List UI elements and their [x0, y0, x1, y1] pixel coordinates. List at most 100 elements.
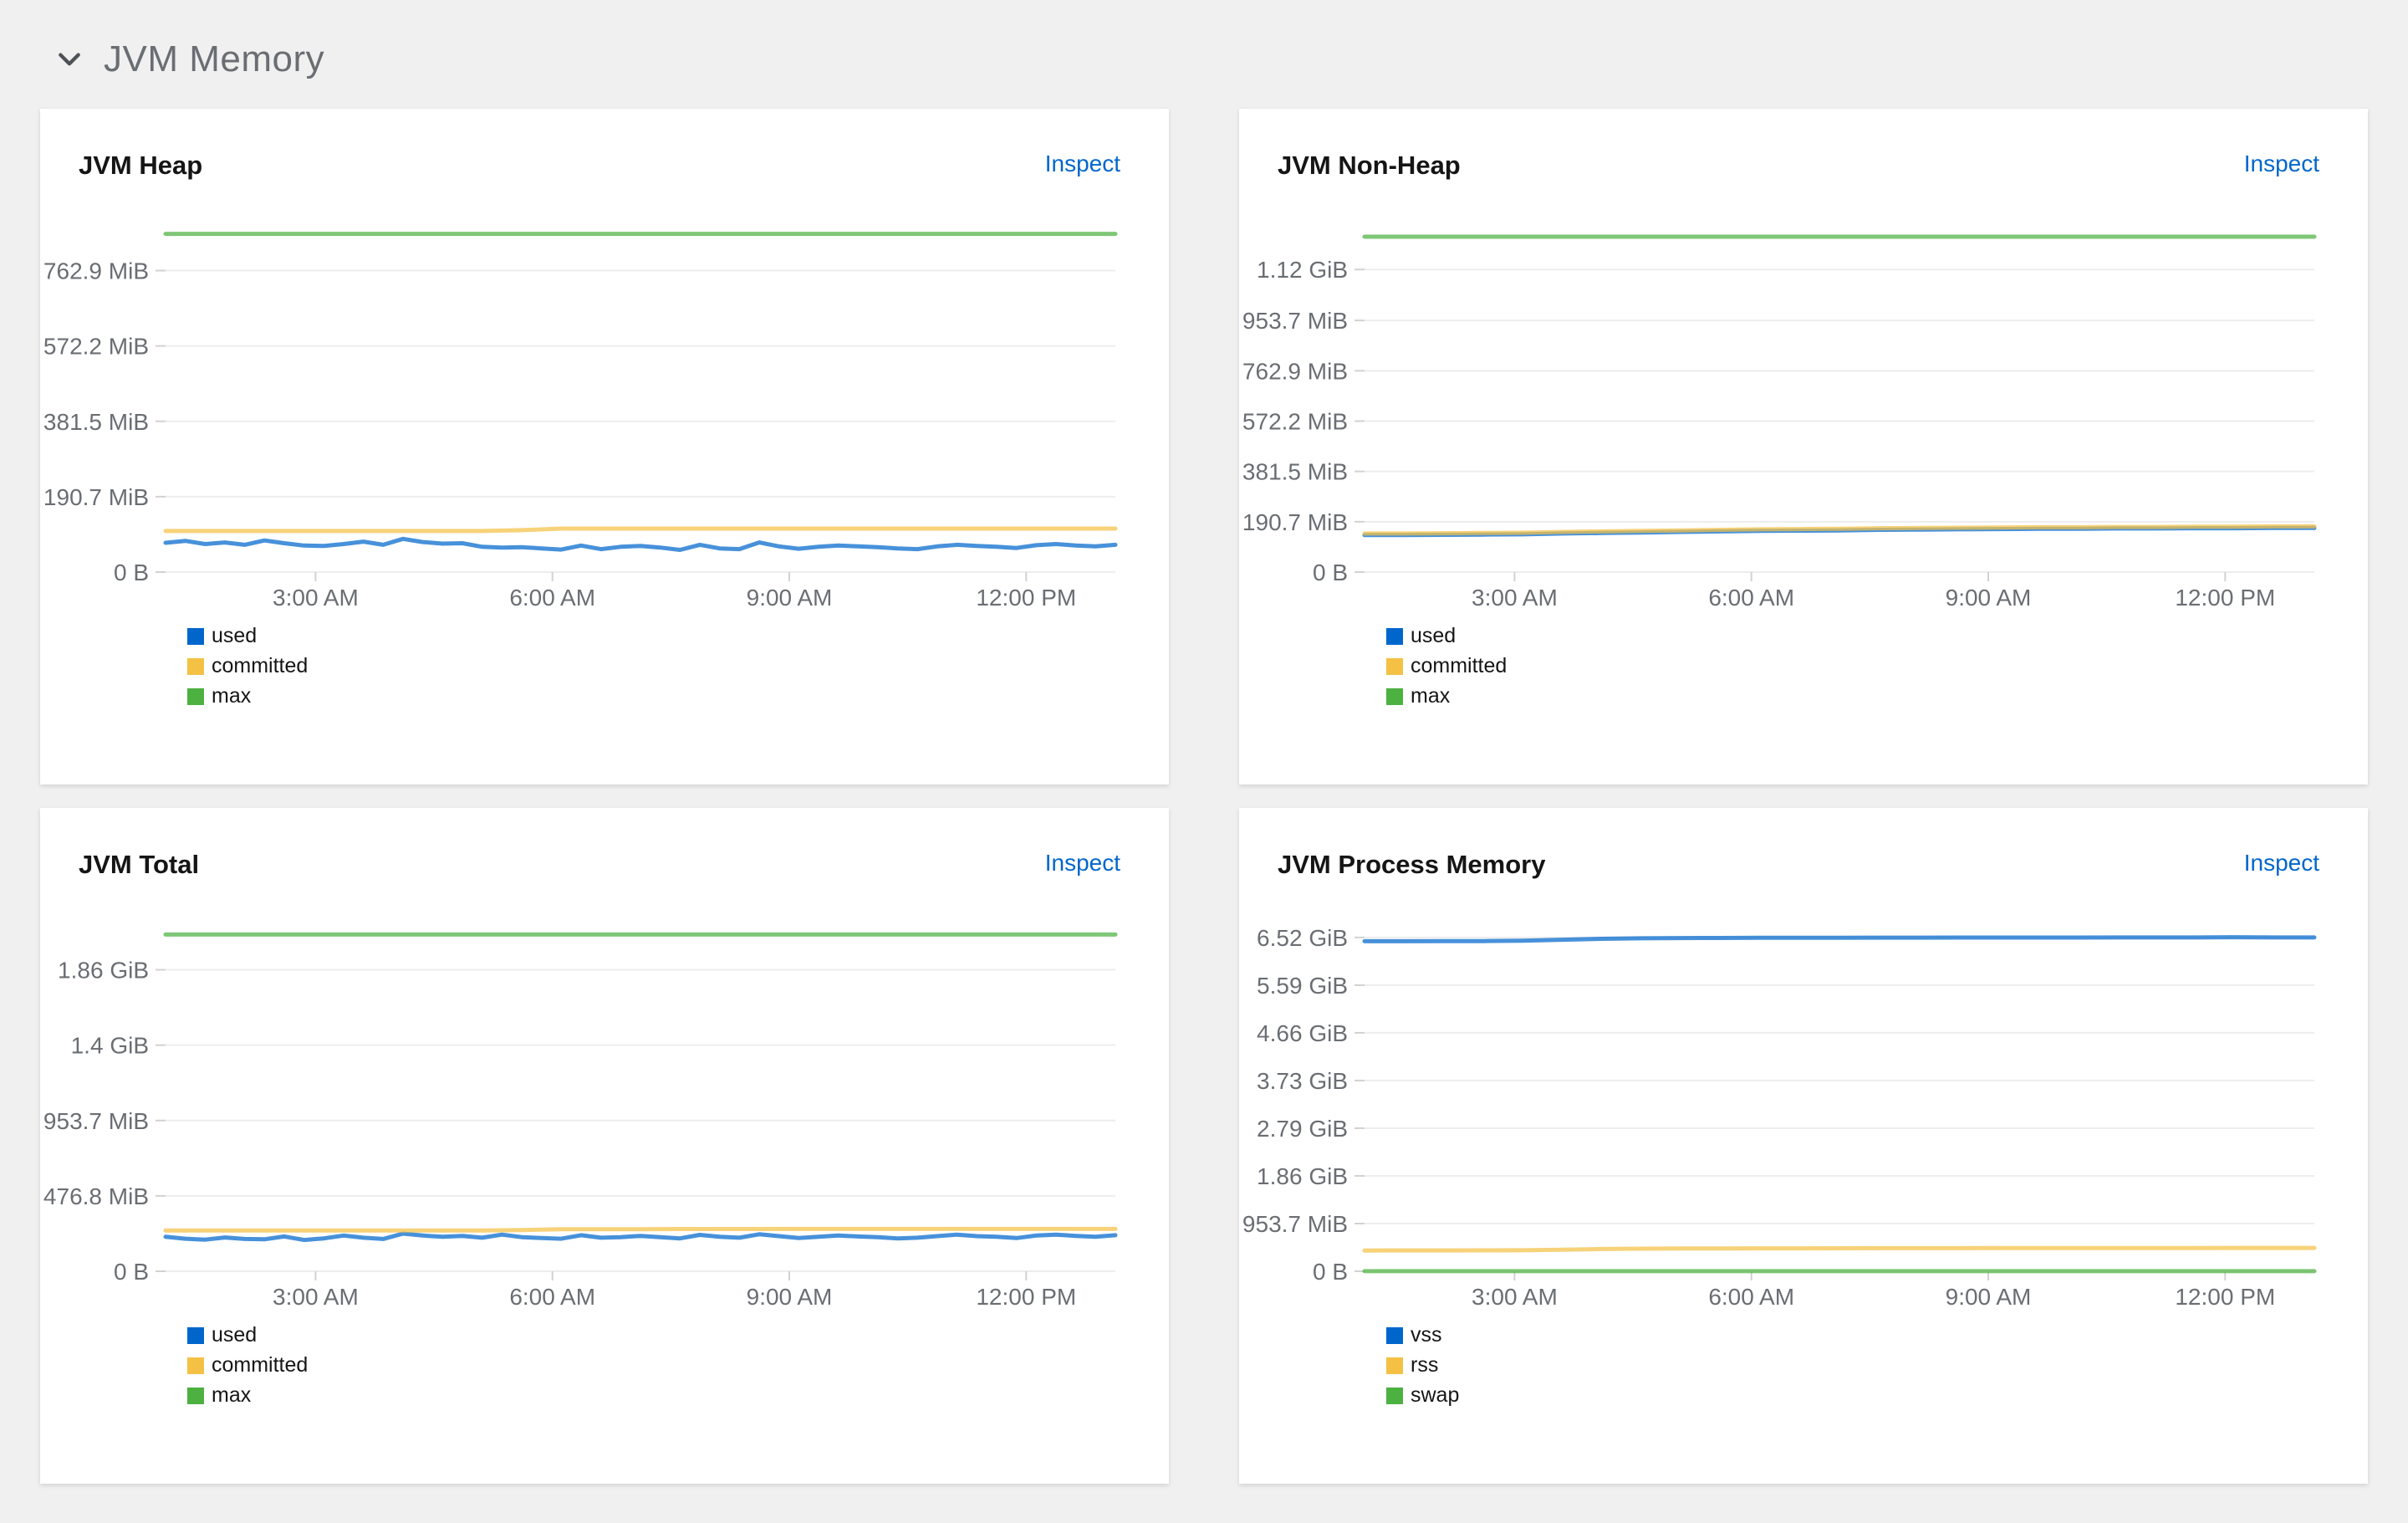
dashboard-page: JVM Memory JVM Heap Inspect 0 B 190.7 MiB 38… — [0, 0, 2408, 1484]
y-axis-label: 572.2 MiB — [1242, 408, 1348, 434]
legend-item-used: used — [1386, 624, 2368, 648]
chart-legend: used committed max — [187, 624, 1169, 708]
legend-label: vss — [1411, 1323, 1442, 1347]
legend-label: rss — [1411, 1353, 1438, 1377]
x-axis-label: 6:00 AM — [509, 585, 595, 611]
chart-canvas-jvm-total[interactable]: 0 B 476.8 MiB 953.7 MiB 1.4 GiB 1.86 GiB 3:00… — [40, 918, 1169, 1311]
x-axis-label: 12:00 PM — [2175, 585, 2275, 611]
y-axis-label: 1.12 GiB — [1257, 257, 1348, 283]
legend-label: swap — [1411, 1383, 1459, 1408]
legend-item-used: used — [187, 1323, 1169, 1347]
legend-marker-committed — [187, 1357, 204, 1374]
x-axis-label: 3:00 AM — [1472, 1284, 1558, 1310]
y-axis-label: 0 B — [114, 560, 149, 585]
chart-card-jvm-non-heap: JVM Non-HeapInspect0 B190.7 MiB381.5 MiB… — [1239, 109, 2368, 784]
legend-item-used: used — [187, 624, 1169, 648]
legend-label: committed — [1411, 654, 1507, 678]
legend-marker-max — [187, 688, 204, 705]
y-axis-label: 0 B — [1313, 560, 1348, 585]
x-axis-label: 3:00 AM — [273, 585, 359, 611]
x-axis-label: 9:00 AM — [747, 585, 833, 611]
legend-label: max — [212, 1383, 251, 1408]
legend-label: committed — [212, 1353, 308, 1377]
y-axis-label: 572.2 MiB — [43, 334, 149, 360]
chart-card-jvm-total: JVM Total Inspect 0 B 476.8 MiB 953.7 MiB 1.4… — [40, 808, 1169, 1484]
chart-legend: used committed max — [187, 1323, 1169, 1408]
y-axis-label: 4.66 GiB — [1257, 1020, 1348, 1046]
y-axis-label: 953.7 MiB — [43, 1108, 149, 1134]
y-axis-label: 1.4 GiB — [71, 1033, 149, 1059]
y-axis-label: 953.7 MiB — [1242, 308, 1348, 334]
legend-marker-max — [187, 1388, 204, 1404]
x-axis-label: 3:00 AM — [1472, 585, 1558, 611]
y-axis-label: 1.86 GiB — [58, 958, 149, 984]
chart-card-header: JVM Total Inspect — [40, 808, 1169, 880]
y-axis-label: 762.9 MiB — [1242, 358, 1348, 384]
panel-title: JVM Heap — [79, 151, 202, 181]
legend-marker-used — [187, 628, 204, 645]
y-axis-label: 0 B — [114, 1259, 149, 1285]
y-axis-label: 381.5 MiB — [1242, 459, 1348, 485]
panel-title: JVM Process Memory — [1278, 850, 1545, 880]
x-axis-label: 9:00 AM — [747, 1284, 833, 1310]
series-line-used — [166, 1234, 1115, 1240]
legend-marker-committed — [1386, 658, 1403, 675]
panel-title: JVM Total — [79, 850, 199, 880]
chart-card-jvm-heap: JVM Heap Inspect 0 B 190.7 MiB 381.5 MiB 572.… — [40, 109, 1169, 784]
series-line-committed — [166, 1229, 1115, 1230]
series-line-committed — [166, 529, 1115, 531]
x-axis-label: 3:00 AM — [273, 1284, 359, 1310]
legend-item-swap: swap — [1386, 1383, 2368, 1408]
dashboard-grid: JVM Heap Inspect 0 B 190.7 MiB 381.5 MiB 572.… — [40, 109, 2368, 1484]
legend-marker-used — [1386, 628, 1403, 645]
legend-marker-vss — [1386, 1327, 1403, 1344]
series-line-rss — [1365, 1248, 2314, 1250]
section-title: JVM Memory — [104, 38, 324, 80]
inspect-link[interactable]: Inspect — [2244, 850, 2319, 876]
panel-title: JVM Non-Heap — [1278, 151, 1461, 181]
legend-item-vss: vss — [1386, 1323, 2368, 1347]
legend-label: max — [1411, 684, 1450, 708]
x-axis-label: 12:00 PM — [976, 585, 1076, 611]
chart-canvas-jvm-non-heap[interactable]: 0 B190.7 MiB381.5 MiB572.2 MiB762.9 MiB9… — [1239, 219, 2368, 612]
chart-card-header: JVM Process Memory Inspect — [1239, 808, 2368, 880]
chart-card-header: JVM Heap Inspect — [40, 109, 1169, 181]
chart-card-header: JVM Non-Heap Inspect — [1239, 109, 2368, 181]
y-axis-label: 953.7 MiB — [1242, 1211, 1348, 1237]
y-axis-label: 190.7 MiB — [43, 484, 149, 510]
chevron-down-icon[interactable] — [55, 45, 84, 74]
legend-label: committed — [212, 654, 308, 678]
legend-label: used — [212, 624, 257, 648]
legend-marker-swap — [1386, 1388, 1403, 1404]
legend-item-committed: committed — [187, 1353, 1169, 1377]
x-axis-label: 12:00 PM — [2175, 1284, 2275, 1310]
inspect-link[interactable]: Inspect — [1045, 850, 1120, 876]
legend-marker-rss — [1386, 1357, 1403, 1374]
x-axis-label: 9:00 AM — [1946, 585, 2032, 611]
inspect-link[interactable]: Inspect — [2244, 151, 2319, 177]
section-header-jvm-memory[interactable]: JVM Memory — [55, 38, 2368, 80]
legend-marker-used — [187, 1327, 204, 1344]
legend-item-max: max — [1386, 684, 2368, 708]
legend-marker-max — [1386, 688, 1403, 705]
y-axis-label: 0 B — [1313, 1259, 1348, 1285]
x-axis-label: 9:00 AM — [1946, 1284, 2032, 1310]
inspect-link[interactable]: Inspect — [1045, 151, 1120, 177]
y-axis-label: 762.9 MiB — [43, 258, 149, 284]
chart-canvas-jvm-process-memory[interactable]: 0 B953.7 MiB1.86 GiB2.79 GiB3.73 GiB4.66… — [1239, 918, 2368, 1311]
legend-item-committed: committed — [187, 654, 1169, 678]
x-axis-label: 6:00 AM — [1708, 1284, 1794, 1310]
y-axis-label: 381.5 MiB — [43, 409, 149, 435]
chart-legend: vss rss swap — [1386, 1323, 2368, 1408]
x-axis-label: 6:00 AM — [1708, 585, 1794, 611]
chart-legend: used committed max — [1386, 624, 2368, 708]
y-axis-label: 5.59 GiB — [1257, 973, 1348, 999]
chart-card-jvm-process-memory: JVM Process MemoryInspect0 B953.7 MiB1.8… — [1239, 808, 2368, 1484]
chart-canvas-jvm-heap[interactable]: 0 B 190.7 MiB 381.5 MiB 572.2 MiB 762.9 MiB 3… — [40, 219, 1169, 612]
legend-item-max: max — [187, 1383, 1169, 1408]
legend-label: used — [212, 1323, 257, 1347]
y-axis-label: 3.73 GiB — [1257, 1068, 1348, 1094]
x-axis-label: 12:00 PM — [976, 1284, 1076, 1310]
legend-item-max: max — [187, 684, 1169, 708]
y-axis-label: 476.8 MiB — [43, 1183, 149, 1209]
